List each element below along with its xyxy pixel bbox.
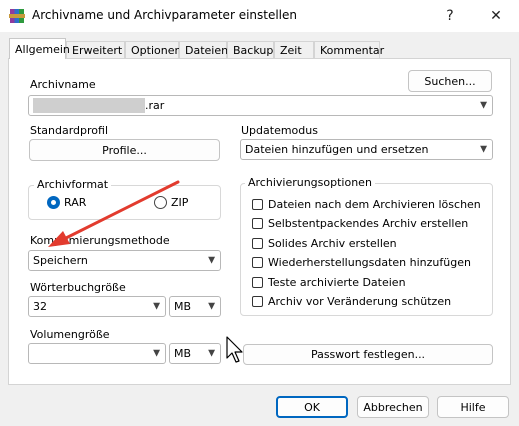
ok-button[interactable]: OK	[276, 396, 348, 418]
cancel-button[interactable]: Abbrechen	[357, 396, 429, 418]
help-button[interactable]: Hilfe	[437, 396, 509, 418]
tab-allgemein[interactable]: Allgemein	[9, 38, 70, 59]
dialog-window: { "window": { "title": "Archivname und A…	[0, 0, 519, 426]
tab-label: Allgemein	[15, 42, 70, 56]
red-arrow-annotation	[48, 180, 180, 247]
mouse-cursor-icon	[226, 336, 243, 363]
